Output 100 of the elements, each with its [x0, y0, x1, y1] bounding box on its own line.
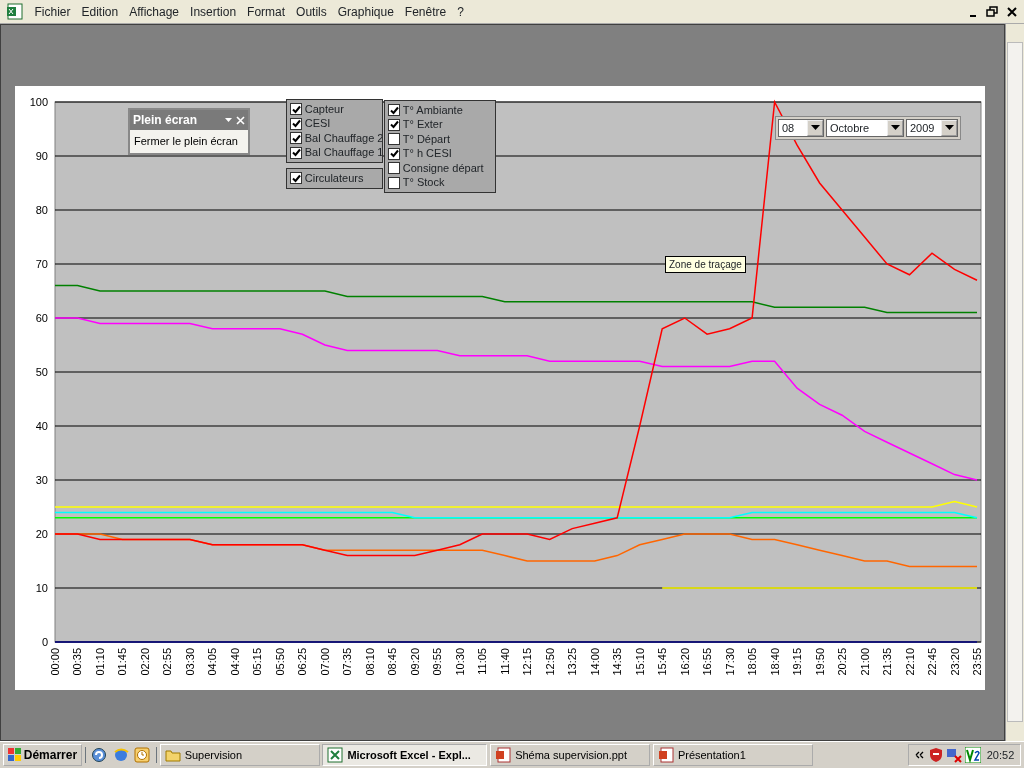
- axis-label: 15:10: [633, 648, 646, 676]
- axis-label: 07:35: [341, 648, 354, 676]
- taskbar-button[interactable]: Shéma supervision.ppt: [490, 744, 651, 766]
- checkbox[interactable]: [388, 176, 400, 189]
- chevron-icon[interactable]: [914, 750, 925, 760]
- menu-item[interactable]: Insertion: [190, 2, 237, 21]
- checkbox-label: Consigne départ: [402, 161, 484, 175]
- toolbar-title: Plein écran: [133, 112, 198, 129]
- menu-item[interactable]: Affichage: [129, 2, 180, 21]
- checkbox[interactable]: [290, 103, 302, 116]
- app-icon[interactable]: [91, 747, 108, 763]
- dropdown[interactable]: Octobre: [826, 119, 904, 137]
- axis-label: 07:00: [318, 648, 331, 676]
- axis-label: 60: [35, 312, 48, 324]
- axis-label: 19:50: [813, 648, 826, 676]
- axis-label: 50: [35, 366, 48, 378]
- axis-label: 05:50: [273, 648, 286, 676]
- checkbox[interactable]: [388, 147, 400, 160]
- axis-label: 22:10: [903, 648, 916, 676]
- presentation-icon: [657, 747, 674, 763]
- axis-label: 23:55: [971, 648, 983, 676]
- dropdown-button[interactable]: [941, 120, 957, 136]
- excel-icon[interactable]: [5, 3, 24, 20]
- axis-label: 0: [41, 636, 48, 648]
- clock-icon[interactable]: [134, 747, 151, 763]
- network-icon[interactable]: [946, 747, 963, 763]
- checkbox[interactable]: [290, 117, 302, 130]
- menu-item[interactable]: ?: [457, 2, 464, 21]
- axis-label: 11:05: [476, 648, 489, 675]
- scroll-thumb[interactable]: [1007, 42, 1023, 722]
- axis-label: 05:15: [251, 648, 264, 676]
- caret-icon[interactable]: [224, 116, 234, 124]
- tooltip: Zone de traçage: [665, 256, 746, 273]
- axis-label: 02:55: [161, 648, 174, 676]
- menu-item[interactable]: Fichier: [34, 2, 71, 21]
- axis-label: 16:20: [678, 648, 691, 676]
- axis-label: 09:20: [408, 648, 421, 676]
- axis-label: 14:35: [611, 648, 624, 676]
- checkbox-label: T° h CESI: [402, 147, 452, 161]
- close-fullscreen-button[interactable]: Fermer le plein écran: [130, 130, 248, 153]
- windows-logo-icon: [7, 748, 22, 762]
- tray-app-icon[interactable]: [965, 747, 982, 763]
- axis-label: 20:25: [836, 648, 849, 676]
- checkbox[interactable]: [290, 146, 302, 159]
- caret-icon: [944, 125, 954, 131]
- checkbox[interactable]: [388, 133, 400, 146]
- menu-item[interactable]: Outils: [296, 2, 327, 21]
- clock: 20:52: [986, 747, 1015, 763]
- menu-item[interactable]: Format: [247, 2, 286, 21]
- axis-label: 10: [35, 582, 48, 594]
- axis-label: 21:00: [858, 648, 871, 676]
- axis-label: 15:45: [656, 648, 669, 676]
- axis-label: 01:45: [116, 648, 129, 676]
- axis-label: 70: [35, 258, 48, 270]
- close-icon[interactable]: [1004, 4, 1019, 19]
- axis-label: 16:55: [701, 648, 714, 676]
- axis-label: 08:45: [386, 648, 399, 676]
- axis-label: 40: [35, 420, 48, 432]
- axis-label: 80: [35, 204, 48, 216]
- dropdown[interactable]: 08: [778, 119, 824, 137]
- axis-label: 13:25: [566, 648, 579, 676]
- checkbox-label: T° Stock: [402, 176, 445, 190]
- axis-label: 20: [35, 528, 48, 540]
- axis-label: 09:55: [431, 648, 444, 676]
- presentation-icon: [495, 747, 512, 763]
- checkbox[interactable]: [388, 118, 400, 131]
- folder-icon: [164, 747, 181, 763]
- checkbox[interactable]: [290, 172, 302, 185]
- dropdown-button[interactable]: [887, 120, 903, 136]
- checkbox[interactable]: [388, 162, 400, 175]
- shield-icon[interactable]: [927, 747, 944, 763]
- dropdown[interactable]: 2009: [906, 119, 958, 137]
- restore-icon[interactable]: [985, 4, 999, 19]
- start-button[interactable]: Démarrer: [2, 744, 83, 766]
- dropdown-button[interactable]: [807, 120, 823, 136]
- axis-label: 21:35: [881, 648, 894, 676]
- spreadsheet-icon: [327, 747, 344, 763]
- axis-label: 00:00: [49, 648, 61, 676]
- axis-label: 12:50: [543, 648, 556, 676]
- taskbar-button[interactable]: Présentation1: [652, 744, 813, 766]
- scrollbar[interactable]: [1005, 24, 1024, 741]
- menu-item[interactable]: Graphique: [337, 2, 394, 21]
- menu-item[interactable]: Edition: [81, 2, 119, 21]
- axis-label: 12:15: [521, 648, 534, 676]
- menu-item[interactable]: Fenêtre: [404, 2, 447, 21]
- checkbox-label: Capteur: [304, 102, 344, 116]
- taskbar-button[interactable]: Supervision: [159, 744, 320, 766]
- checkbox[interactable]: [388, 104, 400, 117]
- axis-label: 14:00: [588, 648, 601, 676]
- axis-label: 04:40: [228, 648, 241, 676]
- taskbar-button[interactable]: Microsoft Excel - Expl...: [322, 744, 488, 766]
- axis-label: 30: [35, 474, 48, 486]
- axis-label: 17:30: [723, 648, 736, 676]
- axis-label: 90: [35, 150, 48, 162]
- axis-label: 00:35: [71, 648, 84, 676]
- axis-label: 03:30: [183, 648, 196, 676]
- axis-label: 02:20: [138, 648, 151, 676]
- checkbox[interactable]: [290, 132, 302, 145]
- axis-label: 10:30: [453, 648, 466, 676]
- checkbox-label: T° Exter: [402, 118, 443, 132]
